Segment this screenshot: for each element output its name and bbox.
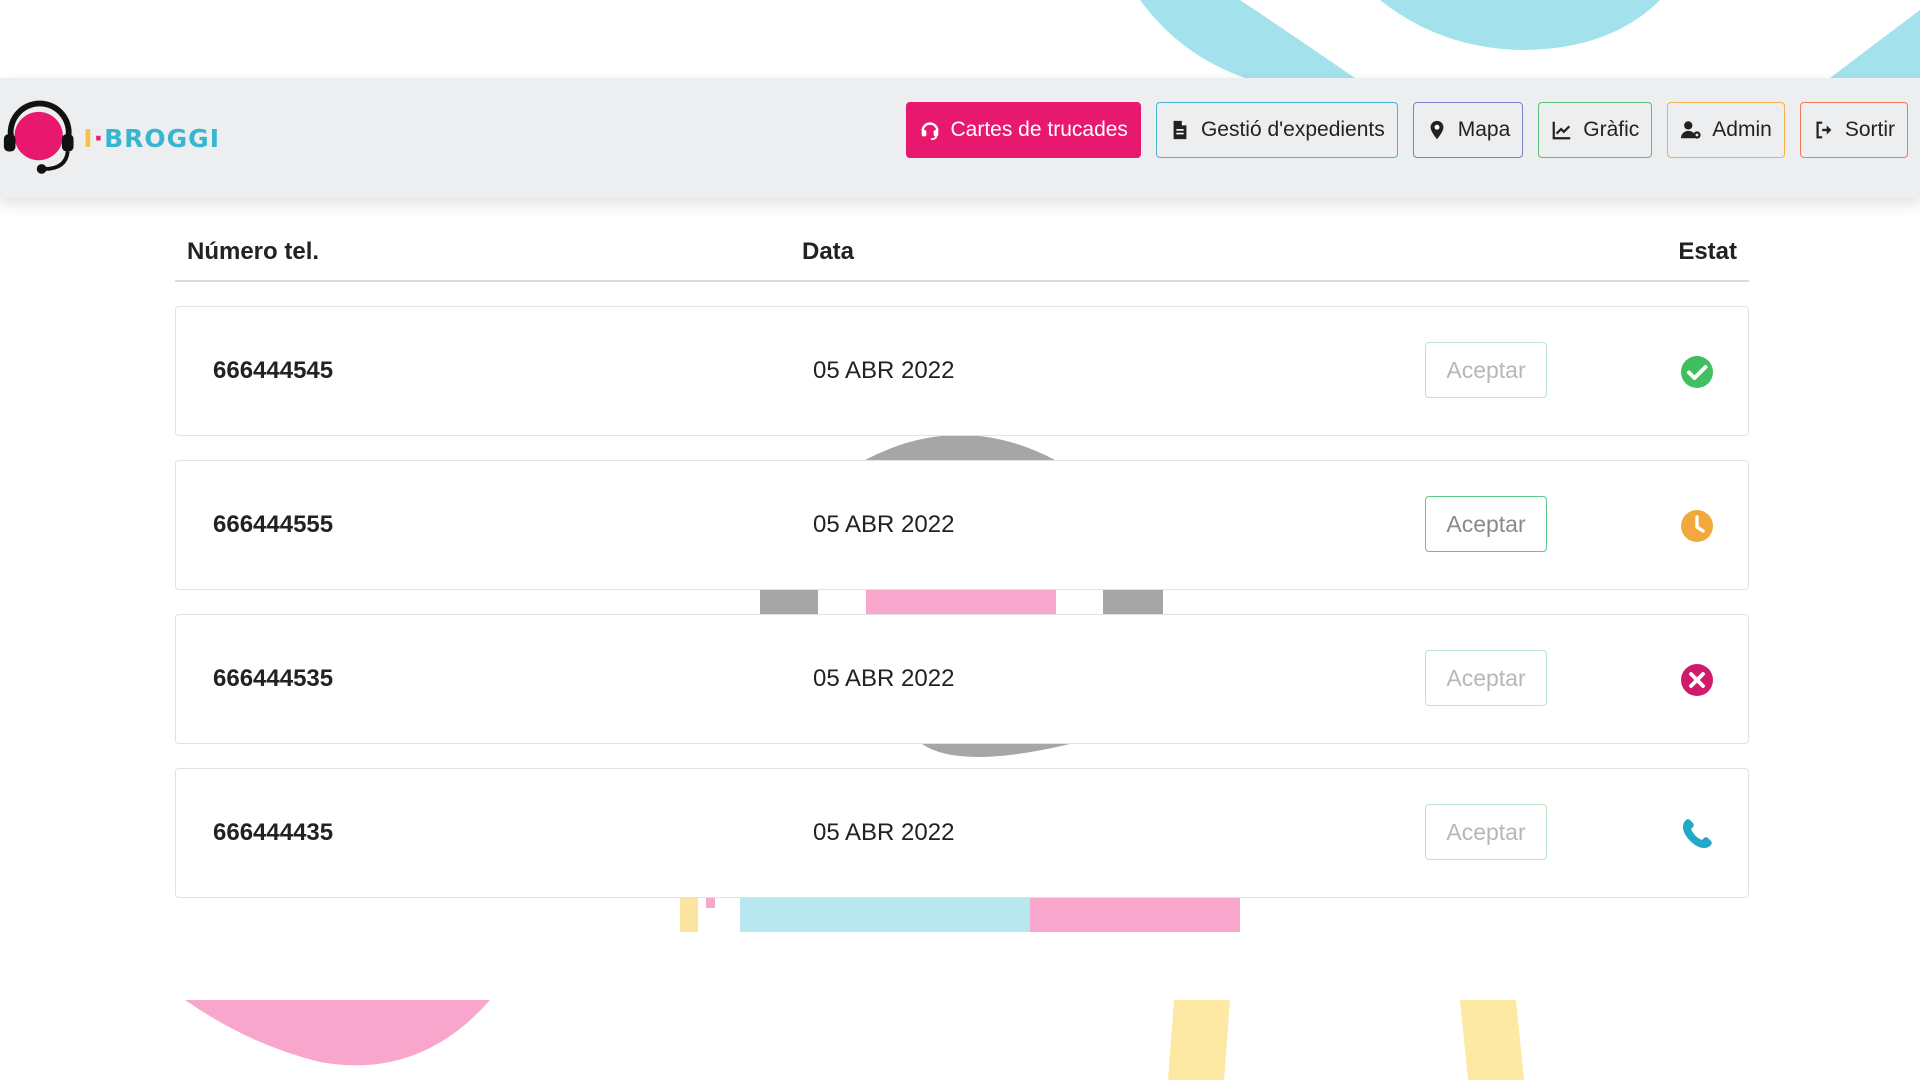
top-navbar: I·BROGGI Cartes de trucades Gestió d'exp… — [0, 78, 1920, 198]
phone-number: 666444535 — [213, 665, 334, 692]
main-nav: Cartes de trucades Gestió d'expedients M… — [905, 102, 1908, 158]
nav-label: Mapa — [1457, 118, 1511, 141]
nav-label: Cartes de trucades — [950, 118, 1128, 141]
column-header-number: Número tel. — [187, 238, 320, 265]
check-circle-icon — [1681, 356, 1713, 388]
accept-button[interactable]: Aceptar — [1425, 342, 1547, 398]
nav-label: Gestió d'expedients — [1200, 118, 1385, 141]
nav-gestio-expedients-button[interactable]: Gestió d'expedients — [1155, 102, 1398, 158]
headset-logo-icon — [3, 100, 74, 174]
nav-mapa-button[interactable]: Mapa — [1412, 102, 1524, 158]
table-header: Número tel. Data Estat — [175, 222, 1749, 282]
column-header-status: Estat — [1678, 238, 1737, 265]
accept-button[interactable]: Aceptar — [1425, 804, 1547, 860]
sign-out-icon — [1816, 121, 1832, 139]
app-logo[interactable]: I·BROGGI — [0, 96, 220, 180]
call-date: 05 ABR 2022 — [813, 665, 955, 692]
phone-number: 666444435 — [213, 819, 334, 846]
times-circle-icon — [1681, 664, 1713, 696]
call-date: 05 ABR 2022 — [813, 511, 955, 538]
map-marker-icon — [1430, 120, 1444, 140]
phone-number: 666444545 — [213, 357, 334, 384]
nav-grafic-button[interactable]: Gràfic — [1538, 102, 1653, 158]
logo-wordmark: I·BROGGI — [83, 123, 220, 153]
table-row: 666444435 05 ABR 2022 Aceptar — [175, 768, 1749, 898]
accept-button[interactable]: Aceptar — [1425, 650, 1547, 706]
table-row: 666444545 05 ABR 2022 Aceptar — [175, 306, 1749, 436]
line-chart-icon — [1552, 121, 1571, 140]
nav-admin-button[interactable]: Admin — [1667, 102, 1785, 158]
clock-icon — [1681, 510, 1713, 542]
nav-label: Gràfic — [1583, 118, 1640, 141]
nav-cartes-de-trucades-button[interactable]: Cartes de trucades — [905, 102, 1141, 158]
table-row: 666444535 05 ABR 2022 Aceptar — [175, 614, 1749, 744]
call-date: 05 ABR 2022 — [813, 357, 955, 384]
headset-icon — [920, 122, 939, 141]
nav-sortir-button[interactable]: Sortir — [1799, 102, 1908, 158]
nav-label: Sortir — [1844, 118, 1895, 141]
call-date: 05 ABR 2022 — [813, 819, 955, 846]
phone-number: 666444555 — [213, 511, 334, 538]
table-row: 666444555 05 ABR 2022 Aceptar — [175, 460, 1749, 590]
nav-label: Admin — [1712, 118, 1772, 141]
phone-icon — [1683, 819, 1712, 848]
accept-button[interactable]: Aceptar — [1425, 496, 1547, 552]
calls-table: Número tel. Data Estat 666444545 05 ABR … — [175, 222, 1749, 898]
user-cog-icon — [1681, 121, 1701, 139]
file-icon — [1173, 120, 1187, 140]
column-header-date: Data — [802, 238, 855, 265]
